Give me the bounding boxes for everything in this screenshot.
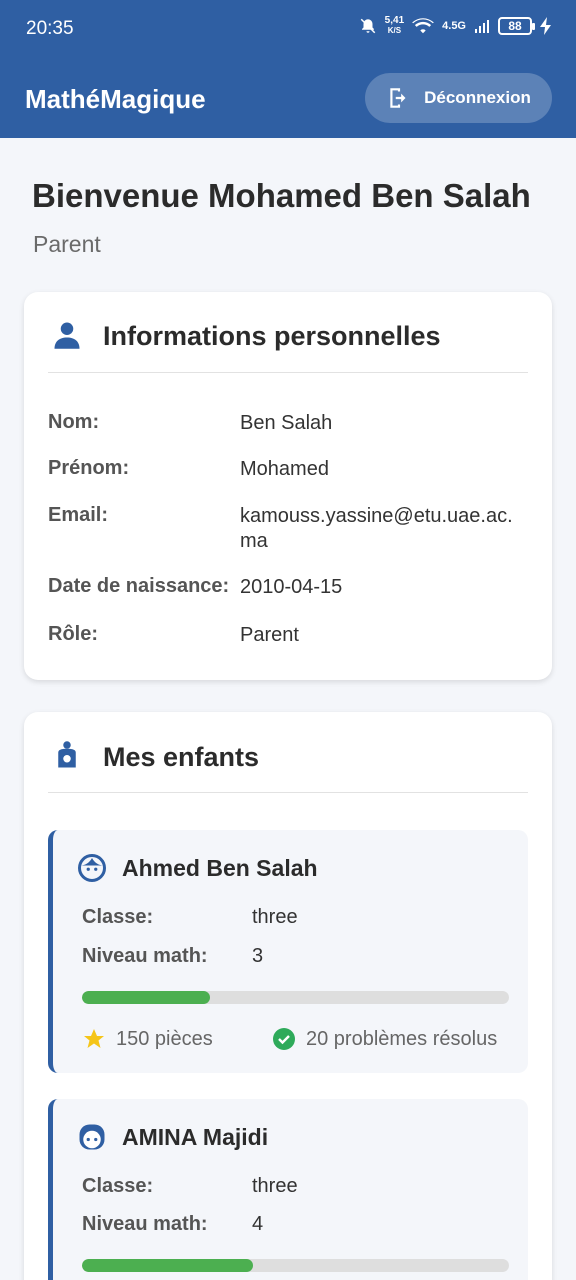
level-value: 4 — [252, 1213, 264, 1235]
solved-value: 20 problèmes résolus — [306, 1027, 498, 1050]
personal-info-header: Informations personnelles — [48, 292, 528, 373]
info-label: Email: — [48, 504, 109, 526]
notifications-muted-icon — [360, 18, 375, 34]
star-icon — [84, 1029, 104, 1048]
info-label: Rôle: — [48, 623, 98, 645]
app-header: 20:35 5,41 K/S 4.5G 88 MathéMagique Décon… — [0, 0, 576, 138]
class-value: three — [252, 1175, 298, 1197]
battery-indicator: 88 — [498, 17, 535, 35]
logout-icon — [390, 88, 406, 108]
network-type: 4.5G — [442, 20, 466, 32]
child-face-icon — [78, 854, 106, 882]
child-card[interactable]: AMINA Majidi Classe: three Niveau math: … — [48, 1099, 528, 1280]
children-title: Mes enfants — [103, 742, 260, 772]
level-label: Niveau math: — [82, 1213, 208, 1235]
progress-fill — [82, 991, 211, 1004]
info-value: Parent — [240, 624, 299, 646]
status-bar: 20:35 5,41 K/S 4.5G 88 — [0, 0, 576, 58]
app-title: MathéMagique — [25, 84, 206, 114]
network-speed: 5,41 K/S — [384, 15, 405, 36]
welcome-title: Bienvenue Mohamed Ben Salah — [32, 177, 531, 214]
info-value: 2010-04-15 — [240, 576, 343, 598]
personal-info-title: Informations personnelles — [103, 321, 441, 351]
info-value: Mohamed — [240, 458, 329, 480]
wifi-icon — [412, 18, 434, 34]
progress-bar — [82, 1259, 509, 1272]
info-value: kamouss.yassine@etu.uae.ac.ma — [240, 505, 513, 552]
coins-stat: 150 pièces — [82, 1027, 213, 1051]
progress-bar — [82, 991, 509, 1004]
child-name: AMINA Majidi — [122, 1124, 269, 1150]
class-label: Classe: — [82, 906, 154, 928]
class-value: three — [252, 906, 298, 928]
level-value: 3 — [252, 945, 264, 967]
info-label: Date de naissance: — [48, 575, 230, 597]
logout-button[interactable]: Déconnexion — [365, 73, 552, 123]
logout-label: Déconnexion — [424, 88, 531, 107]
app-bar: MathéMagique Déconnexion — [0, 58, 576, 138]
child-care-icon — [58, 741, 76, 768]
children-card: Mes enfants Ahmed Ben Salah Classe: thre… — [24, 712, 552, 1280]
user-icon — [54, 322, 80, 349]
child-name: Ahmed Ben Salah — [122, 855, 318, 881]
status-icons: 5,41 K/S 4.5G 88 — [359, 16, 552, 36]
children-header: Mes enfants — [48, 712, 528, 793]
solved-stat: 20 problèmes résolus — [272, 1027, 497, 1051]
child-face-girl-icon — [79, 1124, 105, 1150]
status-time: 20:35 — [26, 18, 74, 39]
info-label: Nom: — [48, 411, 100, 433]
class-label: Classe: — [82, 1175, 154, 1197]
signal-icon — [475, 20, 489, 33]
info-value: Ben Salah — [240, 412, 333, 434]
user-role: Parent — [33, 231, 101, 257]
personal-info-card: Informations personnelles Nom: Ben Salah… — [24, 292, 552, 680]
progress-fill — [82, 1259, 253, 1272]
info-label: Prénom: — [48, 457, 130, 479]
charging-icon — [540, 17, 551, 35]
child-card[interactable]: Ahmed Ben Salah Classe: three Niveau mat… — [48, 830, 528, 1073]
level-label: Niveau math: — [82, 945, 208, 967]
coins-value: 150 pièces — [116, 1027, 213, 1050]
check-circle-icon — [273, 1028, 295, 1050]
